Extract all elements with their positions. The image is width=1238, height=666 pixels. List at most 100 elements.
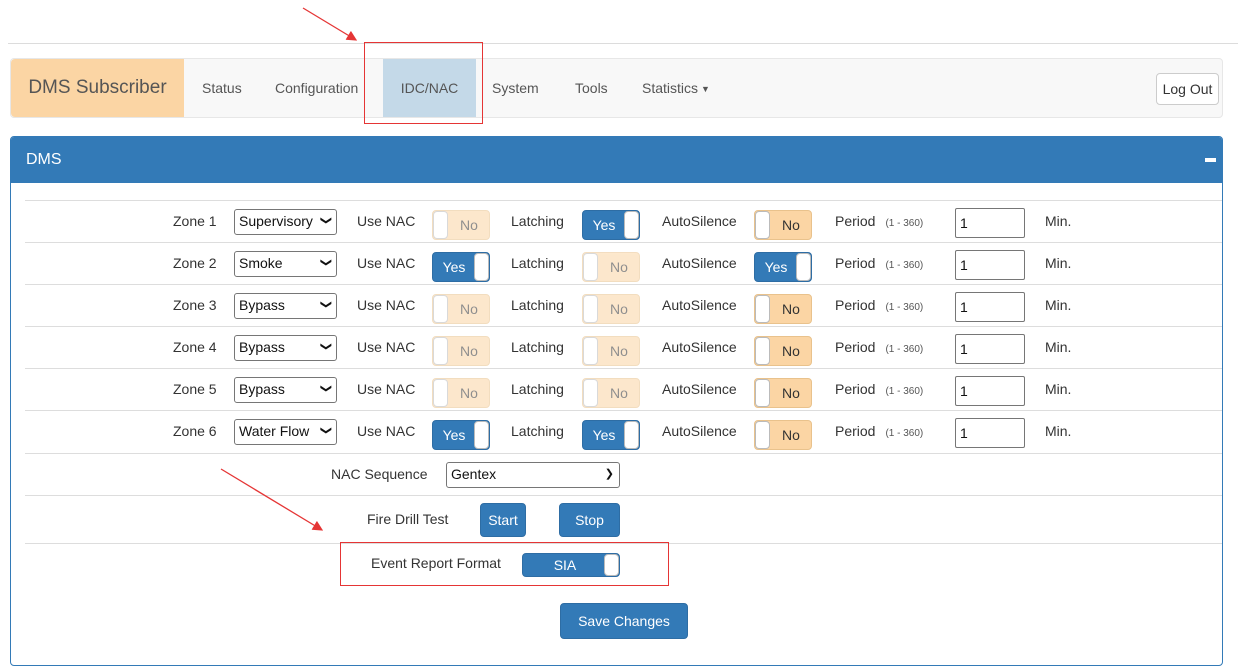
- zone-label: Zone 4: [173, 339, 217, 355]
- toggle-knob: [755, 337, 770, 365]
- zone-5-type-select[interactable]: Bypass ❯: [234, 377, 337, 403]
- zone-6-use-nac-toggle[interactable]: Yes: [432, 420, 490, 450]
- period-label: Period (1 - 360): [835, 213, 924, 229]
- zone-1-latching-toggle[interactable]: Yes: [582, 210, 640, 240]
- nav-status[interactable]: Status: [202, 59, 242, 117]
- nav-tools[interactable]: Tools: [575, 59, 608, 117]
- zone-2-latching-toggle[interactable]: No: [582, 252, 640, 282]
- zone-3-autosilence-toggle[interactable]: No: [754, 294, 812, 324]
- chevron-down-icon: ❯: [319, 299, 332, 310]
- zone-3-use-nac-toggle-value: No: [460, 301, 478, 317]
- fire-drill-row: Fire Drill Test Start Stop: [25, 495, 1222, 543]
- zone-row: Zone 2 Smoke ❯ Use NAC Yes Latching No AutoSile…: [25, 242, 1222, 284]
- latching-label: Latching: [511, 255, 564, 271]
- zone-4-autosilence-toggle-value: No: [782, 343, 800, 359]
- autosilence-label: AutoSilence: [662, 339, 737, 355]
- nav-statistics[interactable]: Statistics ▼: [642, 59, 710, 117]
- zone-4-type-select[interactable]: Bypass ❯: [234, 335, 337, 361]
- zone-6-autosilence-toggle[interactable]: No: [754, 420, 812, 450]
- zone-5-autosilence-toggle[interactable]: No: [754, 378, 812, 408]
- zone-1-period-input[interactable]: 1: [955, 208, 1025, 238]
- nav-system[interactable]: System: [492, 59, 539, 117]
- nac-sequence-row: NAC Sequence Gentex ❯: [25, 453, 1222, 495]
- fire-drill-start-button[interactable]: Start: [480, 503, 526, 537]
- minutes-label: Min.: [1045, 381, 1072, 397]
- toggle-knob: [583, 253, 598, 281]
- brand[interactable]: DMS Subscriber: [11, 59, 184, 117]
- period-range-label: (1 - 360): [885, 302, 924, 313]
- zone-5-autosilence-toggle-value: No: [782, 385, 800, 401]
- zone-label: Zone 1: [173, 213, 217, 229]
- nac-sequence-select[interactable]: Gentex ❯: [446, 462, 620, 488]
- zone-2-use-nac-toggle[interactable]: Yes: [432, 252, 490, 282]
- toggle-knob: [474, 253, 489, 281]
- zone-3-latching-toggle-value: No: [610, 301, 628, 317]
- zone-3-latching-toggle[interactable]: No: [582, 294, 640, 324]
- latching-label: Latching: [511, 213, 564, 229]
- use-nac-label: Use NAC: [357, 255, 416, 271]
- toggle-knob: [755, 421, 770, 449]
- zone-row: Zone 1 Supervisory ❯ Use NAC No Latching Yes Au…: [25, 200, 1222, 242]
- zone-2-period-input[interactable]: 1: [955, 250, 1025, 280]
- zone-6-type-select[interactable]: Water Flow ❯: [234, 419, 337, 445]
- minutes-label: Min.: [1045, 339, 1072, 355]
- zone-4-autosilence-toggle[interactable]: No: [754, 336, 812, 366]
- autosilence-label: AutoSilence: [662, 381, 737, 397]
- toggle-knob: [433, 379, 448, 407]
- zone-6-latching-toggle-value: Yes: [592, 427, 616, 443]
- zone-label: Zone 2: [173, 255, 217, 271]
- zone-1-type-select[interactable]: Supervisory ❯: [234, 209, 337, 235]
- zone-5-period-input[interactable]: 1: [955, 376, 1025, 406]
- autosilence-label: AutoSilence: [662, 255, 737, 271]
- toggle-knob: [583, 379, 598, 407]
- nav-configuration[interactable]: Configuration: [275, 59, 358, 117]
- zone-1-use-nac-toggle-value: No: [460, 217, 478, 233]
- period-range-label: (1 - 360): [885, 344, 924, 355]
- zone-1-autosilence-toggle[interactable]: No: [754, 210, 812, 240]
- caret-down-icon: ▼: [701, 84, 710, 94]
- save-changes-button[interactable]: Save Changes: [560, 603, 688, 639]
- zone-row: Zone 6 Water Flow ❯ Use NAC Yes Latching Yes Au…: [25, 410, 1222, 452]
- toggle-knob: [755, 379, 770, 407]
- zone-3-type-select[interactable]: Bypass ❯: [234, 293, 337, 319]
- chevron-down-icon: ❯: [319, 215, 332, 226]
- zone-type-value: Bypass: [239, 339, 285, 355]
- nac-sequence-label: NAC Sequence: [331, 466, 428, 482]
- zone-1-use-nac-toggle[interactable]: No: [432, 210, 490, 240]
- zone-1-autosilence-toggle-value: No: [782, 217, 800, 233]
- minus-icon[interactable]: [1205, 158, 1216, 162]
- toggle-knob: [433, 295, 448, 323]
- toggle-knob: [583, 337, 598, 365]
- zone-label: Zone 3: [173, 297, 217, 313]
- zone-type-value: Supervisory: [239, 213, 313, 229]
- zone-5-use-nac-toggle[interactable]: No: [432, 378, 490, 408]
- zone-2-latching-toggle-value: No: [610, 259, 628, 275]
- zone-2-use-nac-toggle-value: Yes: [442, 259, 466, 275]
- period-label: Period (1 - 360): [835, 423, 924, 439]
- annotation-highlight-idc-nac: [364, 42, 483, 124]
- zone-2-autosilence-toggle[interactable]: Yes: [754, 252, 812, 282]
- toggle-knob: [474, 421, 489, 449]
- zone-type-value: Smoke: [239, 255, 283, 271]
- zone-row: Zone 5 Bypass ❯ Use NAC No Latching No AutoSile…: [25, 368, 1222, 410]
- zone-6-period-input[interactable]: 1: [955, 418, 1025, 448]
- logout-button[interactable]: Log Out: [1156, 73, 1219, 105]
- zone-4-period-input[interactable]: 1: [955, 334, 1025, 364]
- panel-header: DMS: [11, 137, 1222, 183]
- nac-sequence-value: Gentex: [451, 466, 497, 482]
- zone-3-period-input[interactable]: 1: [955, 292, 1025, 322]
- arrow-to-idc-nac-icon: [302, 7, 358, 41]
- zone-2-type-select[interactable]: Smoke ❯: [234, 251, 337, 277]
- period-label: Period (1 - 360): [835, 297, 924, 313]
- dms-panel: DMS Zone 1 Supervisory ❯ Use NAC No Latching Y…: [10, 136, 1223, 666]
- period-range-label: (1 - 360): [885, 260, 924, 271]
- zone-4-latching-toggle[interactable]: No: [582, 336, 640, 366]
- zone-5-latching-toggle[interactable]: No: [582, 378, 640, 408]
- use-nac-label: Use NAC: [357, 423, 416, 439]
- use-nac-label: Use NAC: [357, 381, 416, 397]
- zone-6-latching-toggle[interactable]: Yes: [582, 420, 640, 450]
- zone-4-use-nac-toggle[interactable]: No: [432, 336, 490, 366]
- fire-drill-stop-button[interactable]: Stop: [559, 503, 620, 537]
- period-range-label: (1 - 360): [885, 386, 924, 397]
- zone-3-use-nac-toggle[interactable]: No: [432, 294, 490, 324]
